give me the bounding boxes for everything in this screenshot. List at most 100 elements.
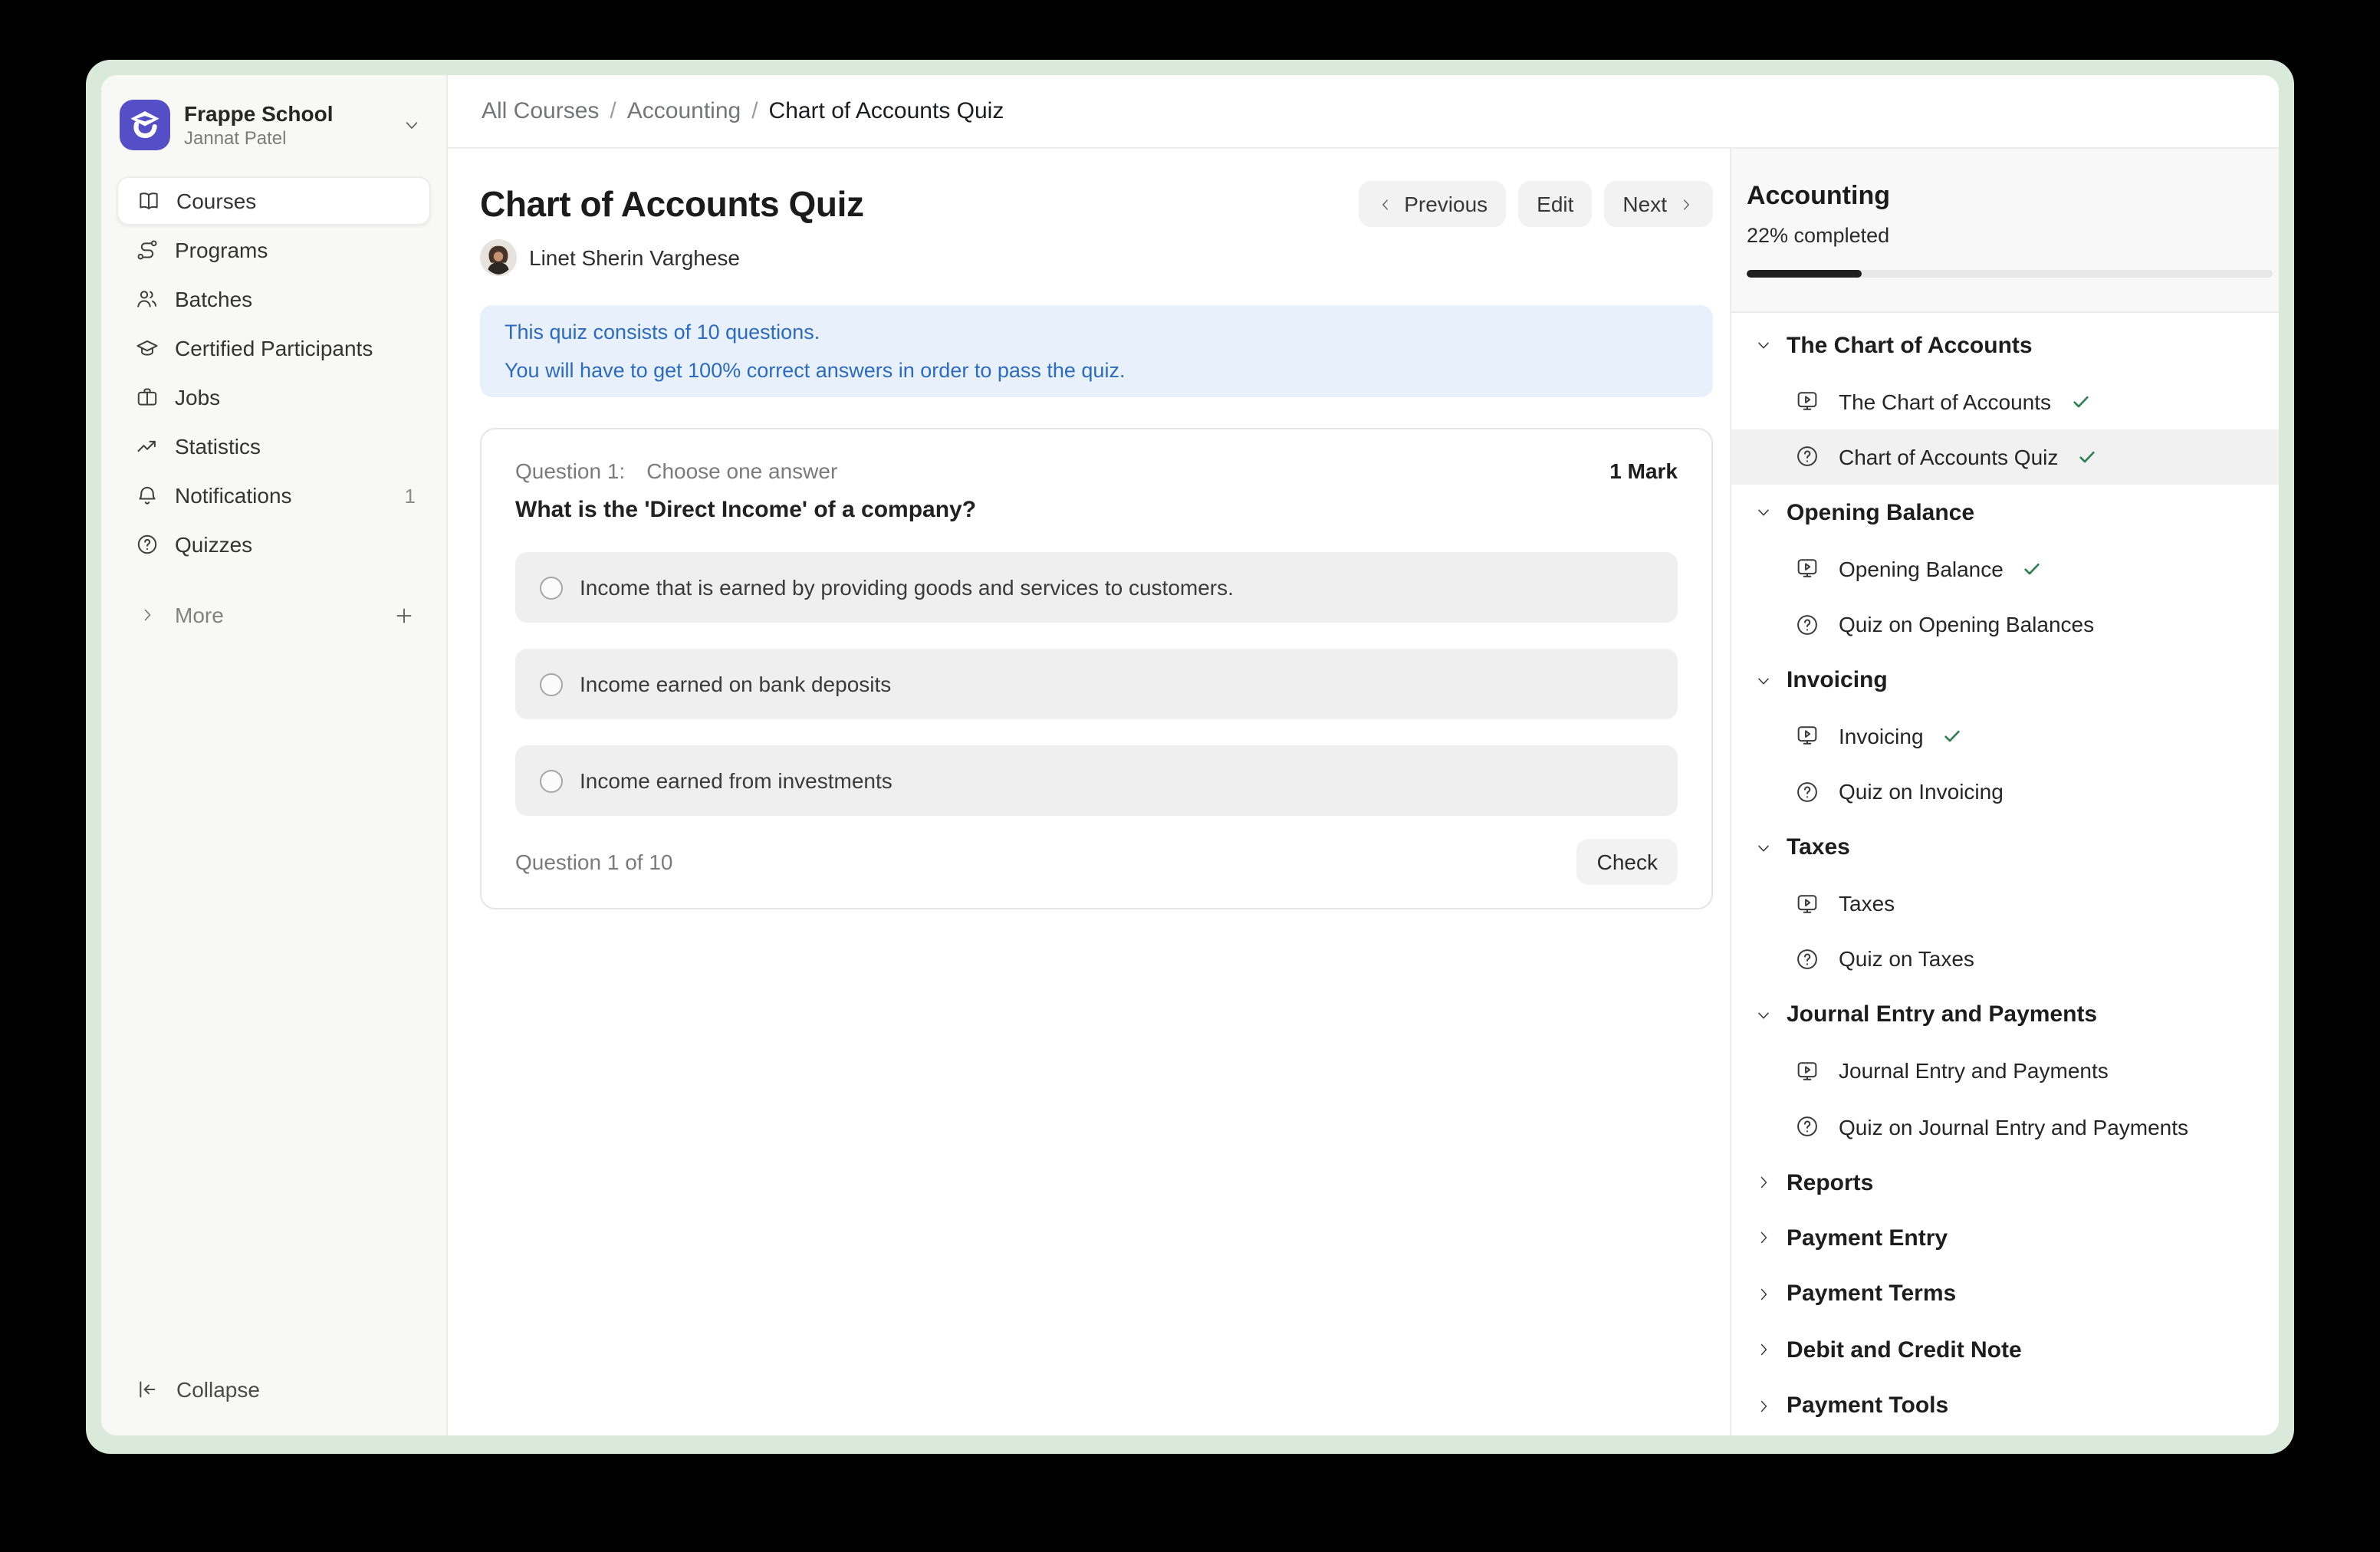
school-meta: Frappe School Jannat Patel [184, 101, 388, 149]
screen: Frappe School Jannat Patel Courses Progr… [0, 0, 2380, 1552]
breadcrumb-accounting[interactable]: Accounting [627, 98, 741, 124]
section-label: Payment Terms [1787, 1281, 1956, 1307]
radio-icon[interactable] [540, 672, 563, 695]
lesson-video-icon [1794, 388, 1820, 414]
sidebar-collapse-button[interactable]: Collapse [117, 1365, 432, 1414]
left-sidebar: Frappe School Jannat Patel Courses Progr… [101, 75, 448, 1435]
sidebar-item-quizzes[interactable]: Quizzes [117, 520, 431, 569]
course-title: Accounting [1747, 179, 2273, 213]
question-header: Question 1: Choose one answer 1 Mark [515, 457, 1678, 485]
author-avatar [480, 239, 517, 276]
section-label: Reports [1787, 1169, 1873, 1195]
briefcase-icon [135, 385, 159, 409]
outline-lesson-taxes[interactable]: Taxes [1731, 876, 2279, 932]
answer-options: Income that is earned by providing goods… [515, 552, 1678, 816]
outline-section-debit-credit-note[interactable]: Debit and Credit Note [1731, 1322, 2279, 1378]
option-label: Income earned on bank deposits [580, 672, 891, 696]
sidebar-nav: Courses Programs Batches Certified Parti… [117, 176, 431, 569]
outline-quiz-chart-of-accounts[interactable]: Chart of Accounts Quiz [1731, 429, 2279, 485]
chevron-right-icon [1754, 1340, 1773, 1359]
outline-lesson-invoicing[interactable]: Invoicing [1731, 708, 2279, 764]
quiz-main: Chart of Accounts Quiz Previous Edit [448, 149, 1730, 1435]
chevron-right-icon [1754, 1173, 1773, 1192]
sidebar-item-jobs[interactable]: Jobs [117, 373, 431, 422]
outline-lesson-chart-of-accounts[interactable]: The Chart of Accounts [1731, 373, 2279, 429]
quiz-question-icon [1794, 611, 1820, 637]
sidebar-item-label: Batches [175, 287, 252, 311]
author-name: Linet Sherin Varghese [529, 245, 740, 270]
lesson-label: The Chart of Accounts [1839, 389, 2051, 413]
outline-section-payment-entry[interactable]: Payment Entry [1731, 1211, 2279, 1267]
graduation-cap-icon [135, 336, 159, 360]
section-label: Invoicing [1787, 667, 1888, 693]
section-label: Debit and Credit Note [1787, 1337, 2022, 1363]
quiz-question-icon [1794, 779, 1820, 805]
sidebar-item-programs[interactable]: Programs [117, 225, 431, 275]
breadcrumb-separator: / [610, 98, 616, 124]
chevron-left-icon [1376, 196, 1393, 212]
sidebar-item-label: Statistics [175, 434, 261, 459]
section-label: Taxes [1787, 834, 1850, 860]
next-label: Next [1622, 192, 1667, 216]
outline-lesson-opening-balance[interactable]: Opening Balance [1731, 541, 2279, 597]
outline-section-payment-terms[interactable]: Payment Terms [1731, 1266, 2279, 1322]
check-icon [2069, 390, 2091, 412]
outline-section-journal-entry[interactable]: Journal Entry and Payments [1731, 987, 2279, 1043]
outline-quiz-taxes[interactable]: Quiz on Taxes [1731, 932, 2279, 988]
chevron-down-icon [402, 115, 422, 135]
check-button[interactable]: Check [1577, 839, 1678, 885]
bell-icon [135, 483, 159, 508]
radio-icon[interactable] [540, 769, 563, 792]
outline-section-invoicing[interactable]: Invoicing [1731, 653, 2279, 709]
school-switcher[interactable]: Frappe School Jannat Patel [120, 100, 428, 150]
sidebar-item-statistics[interactable]: Statistics [117, 422, 431, 471]
quiz-notice-banner: This quiz consists of 10 questions. You … [480, 305, 1713, 397]
lesson-label: Journal Entry and Payments [1839, 1059, 2109, 1083]
sidebar-item-label: Notifications [175, 483, 292, 508]
previous-label: Previous [1404, 192, 1488, 216]
next-button[interactable]: Next [1604, 181, 1713, 227]
body-row: Chart of Accounts Quiz Previous Edit [448, 149, 2279, 1435]
outline-quiz-opening-balances[interactable]: Quiz on Opening Balances [1731, 597, 2279, 653]
quiz-question-icon [1794, 1113, 1820, 1139]
outline-quiz-journal-entry[interactable]: Quiz on Journal Entry and Payments [1731, 1099, 2279, 1155]
sidebar-more-toggle[interactable]: More [117, 590, 431, 640]
answer-option-1[interactable]: Income that is earned by providing goods… [515, 552, 1678, 623]
sidebar-item-batches[interactable]: Batches [117, 275, 431, 324]
notification-count-badge: 1 [405, 484, 416, 507]
course-outline-list: The Chart of Accounts The Chart of Accou… [1731, 313, 2279, 1434]
outline-section-reports[interactable]: Reports [1731, 1155, 2279, 1211]
course-outline-header: Accounting 22% completed [1731, 149, 2279, 313]
answer-option-3[interactable]: Income earned from investments [515, 745, 1678, 816]
chevron-right-icon [1754, 1285, 1773, 1304]
lesson-label: Taxes [1839, 891, 1895, 916]
sidebar-item-notifications[interactable]: Notifications 1 [117, 471, 431, 520]
quiz-question-icon [1794, 946, 1820, 972]
radio-icon[interactable] [540, 576, 563, 599]
chevron-right-icon [1754, 1396, 1773, 1415]
quiz-label: Quiz on Journal Entry and Payments [1839, 1114, 2188, 1139]
sidebar-item-courses[interactable]: Courses [117, 176, 431, 225]
chevron-down-icon [1754, 336, 1773, 354]
outline-quiz-invoicing[interactable]: Quiz on Invoicing [1731, 764, 2279, 820]
plus-icon[interactable] [393, 603, 416, 626]
answer-option-2[interactable]: Income earned on bank deposits [515, 649, 1678, 719]
lesson-video-icon [1794, 1058, 1820, 1084]
school-name: Frappe School [184, 101, 388, 126]
chevron-right-icon [1754, 1229, 1773, 1248]
outline-lesson-journal-entry[interactable]: Journal Entry and Payments [1731, 1043, 2279, 1099]
outline-section-chart-of-accounts[interactable]: The Chart of Accounts [1731, 317, 2279, 373]
content-column: All Courses / Accounting / Chart of Acco… [448, 75, 2279, 1435]
question-text: What is the 'Direct Income' of a company… [515, 497, 1678, 526]
edit-button[interactable]: Edit [1518, 181, 1592, 227]
outline-section-opening-balance[interactable]: Opening Balance [1731, 485, 2279, 541]
previous-button[interactable]: Previous [1358, 181, 1506, 227]
sidebar-item-certified-participants[interactable]: Certified Participants [117, 324, 431, 373]
notice-line-1: This quiz consists of 10 questions. [505, 313, 1688, 351]
outline-section-payment-tools[interactable]: Payment Tools [1731, 1378, 2279, 1434]
chevron-down-icon [1754, 838, 1773, 857]
outline-section-taxes[interactable]: Taxes [1731, 820, 2279, 876]
book-open-icon [136, 189, 161, 213]
chevron-down-icon [1754, 504, 1773, 522]
breadcrumb-all-courses[interactable]: All Courses [482, 98, 599, 124]
